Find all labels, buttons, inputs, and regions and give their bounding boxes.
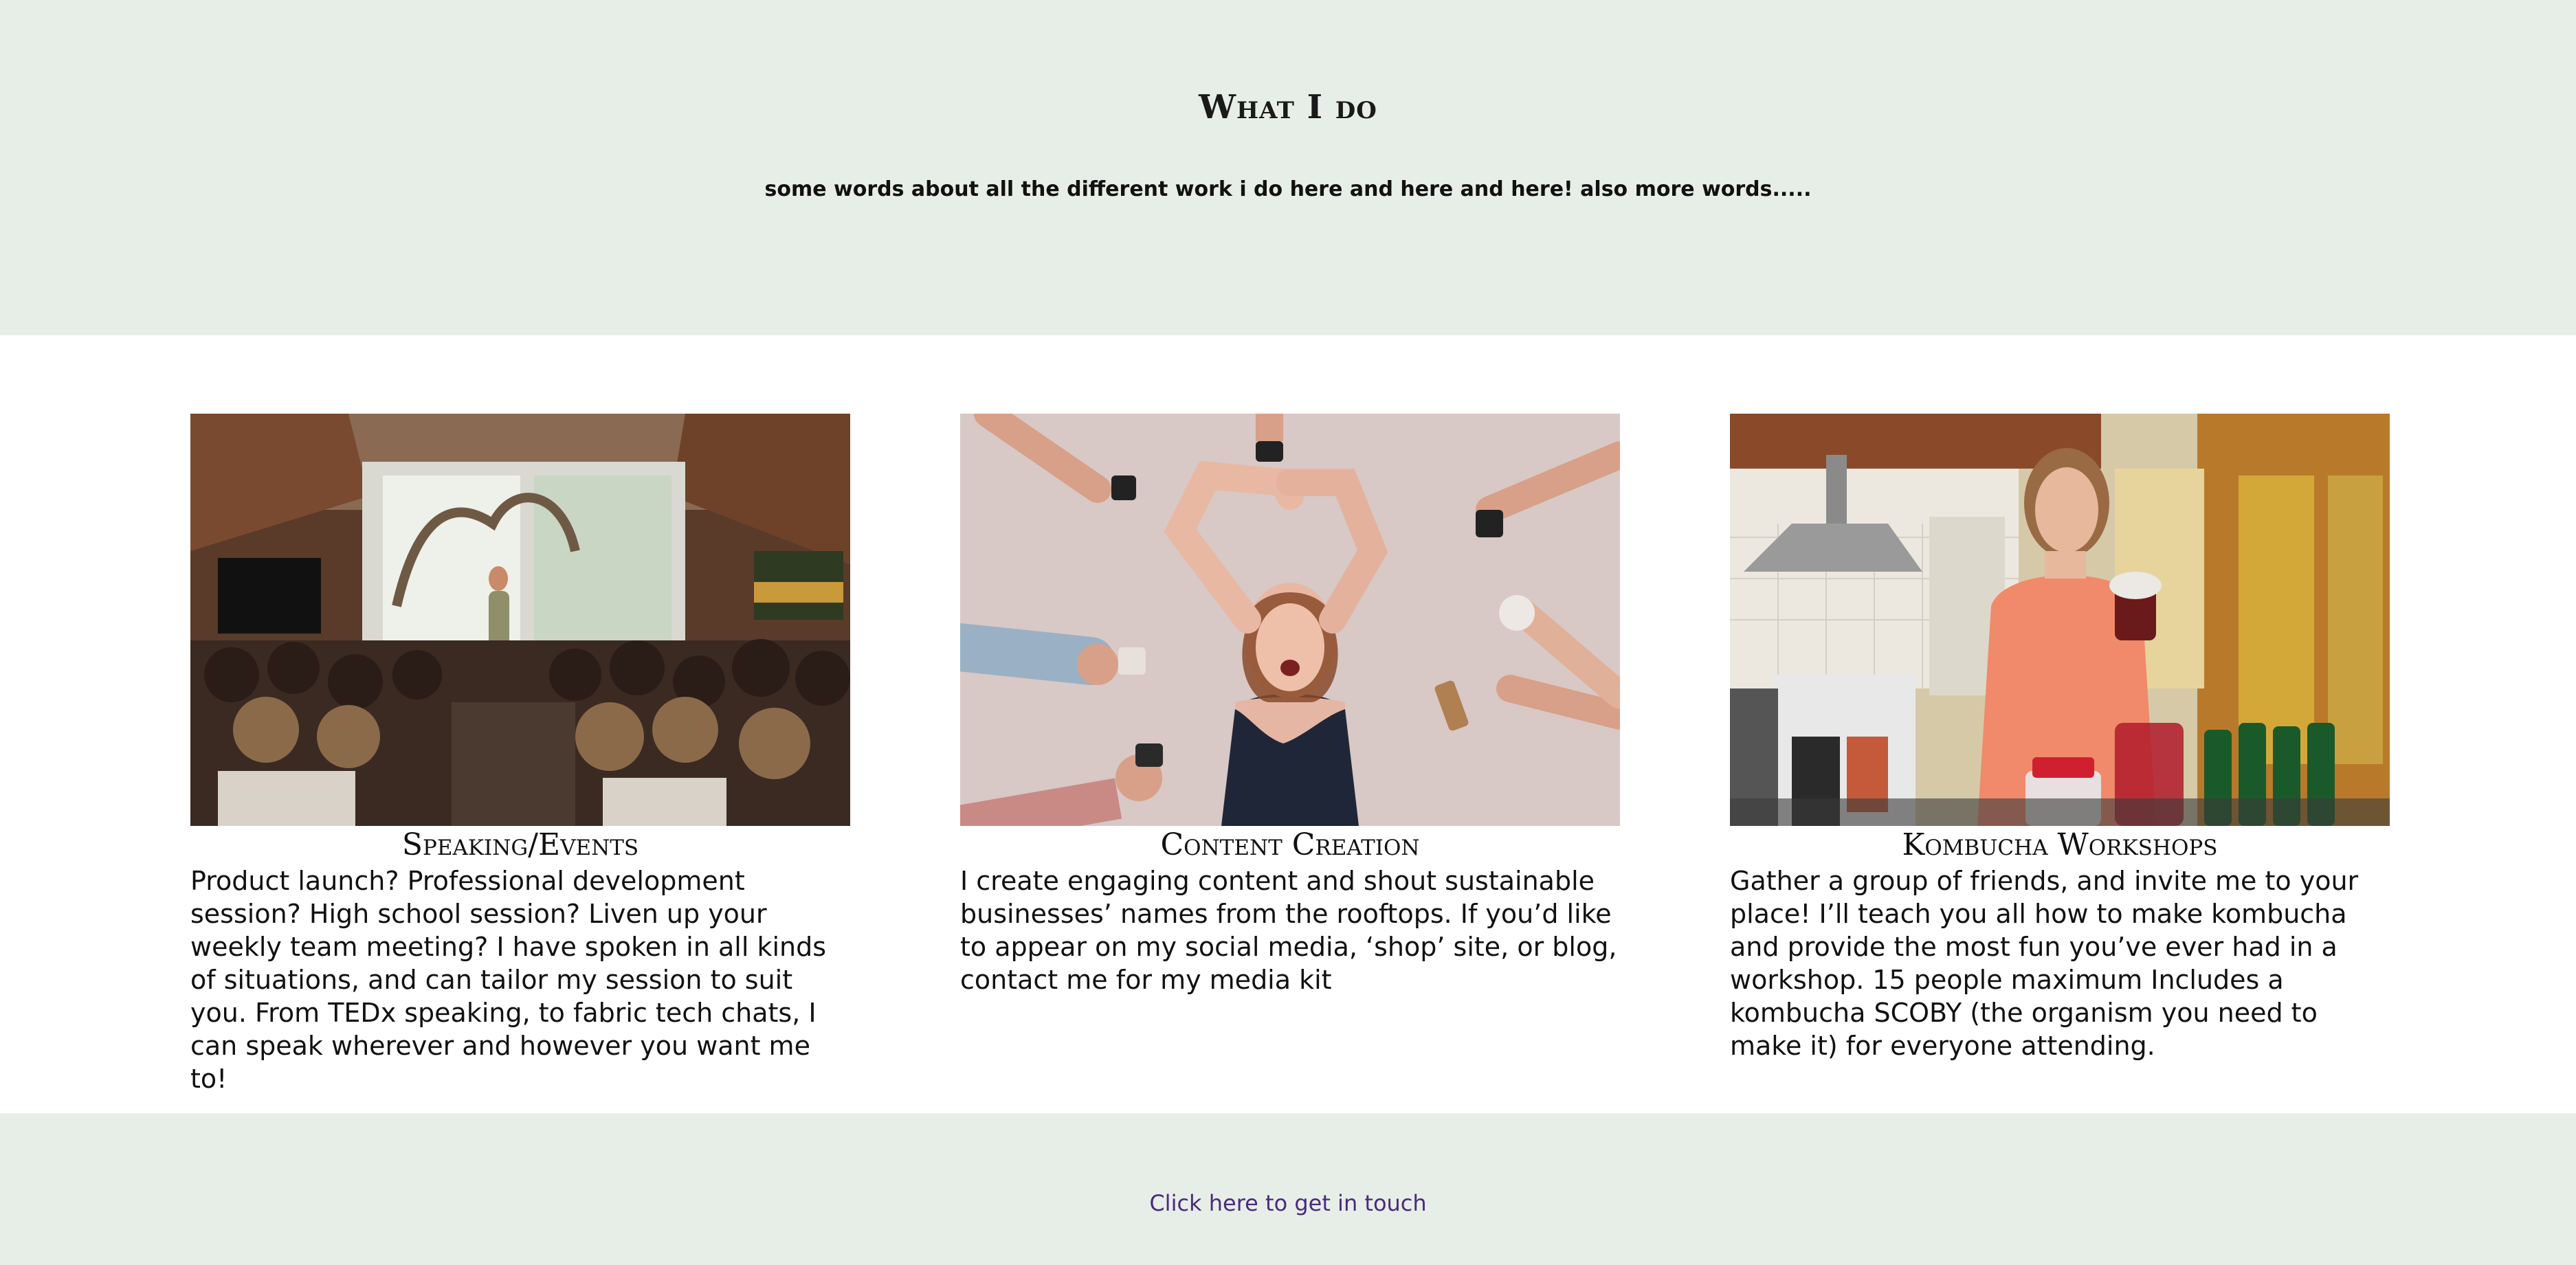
service-card-content: Content Creation I create engaging conte…	[960, 414, 1620, 996]
content-creation-photo	[960, 414, 1620, 826]
service-description: Gather a group of friends, and invite me…	[1730, 866, 2359, 1061]
contact-link[interactable]: Click here to get in touch	[0, 1190, 2576, 1216]
intro-section: What I do some words about all the diffe…	[0, 0, 2576, 335]
speaking-event-photo	[190, 414, 850, 826]
service-title: Content Creation	[1160, 827, 1420, 862]
service-description: Product launch? Professional development…	[190, 866, 827, 1094]
section-subtitle: some words about all the different work …	[764, 177, 1812, 201]
contact-section: Click here to get in touch	[0, 1113, 2576, 1265]
service-title: Speaking/Events	[401, 827, 639, 862]
services-section: Speaking/Events Product launch? Professi…	[0, 335, 2576, 1113]
service-card-speaking: Speaking/Events Product launch? Professi…	[190, 414, 850, 1095]
service-description: I create engaging content and shout sust…	[960, 866, 1617, 995]
service-card-kombucha: Kombucha Workshops Gather a group of fri…	[1730, 414, 2390, 1062]
section-title: What I do	[1199, 88, 1377, 126]
service-title: Kombucha Workshops	[1902, 827, 2218, 862]
kombucha-workshop-photo	[1730, 414, 2390, 826]
